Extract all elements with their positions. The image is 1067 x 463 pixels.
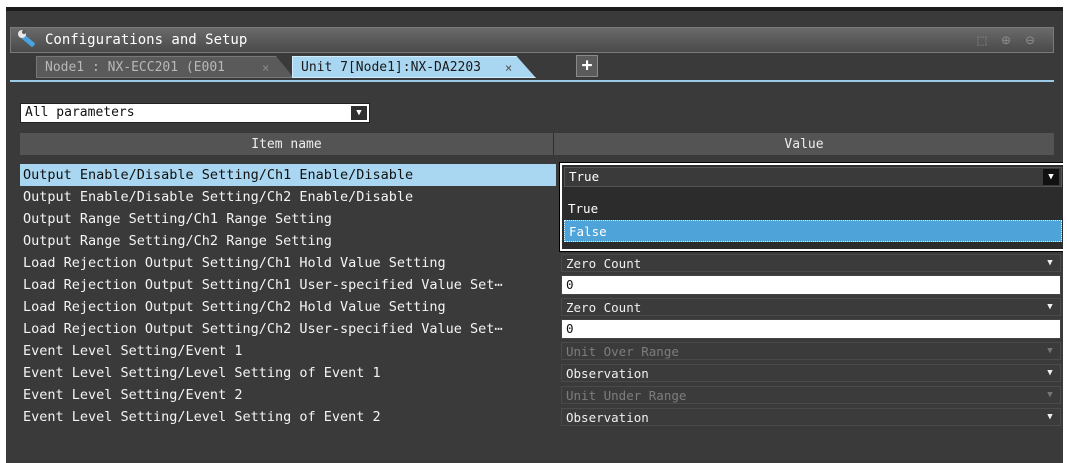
tab-label: Unit 7[Node1]:NX-DA2203 xyxy=(301,60,482,75)
chevron-down-icon[interactable]: ▼ xyxy=(1043,169,1059,185)
table-row[interactable]: Load Rejection Output Setting/Ch2 User-s… xyxy=(20,318,1061,340)
view-toolbar: ⬚ ⊕ ⊖ xyxy=(973,31,1039,49)
column-header-item-name[interactable]: Item name xyxy=(20,133,554,155)
tab-unit7[interactable]: Unit 7[Node1]:NX-DA2203 × xyxy=(292,56,536,78)
value-select[interactable]: Observation ▼ xyxy=(561,364,1061,382)
window-title: Configurations and Setup xyxy=(45,32,248,48)
value-select[interactable]: Zero Count ▼ xyxy=(561,254,1061,272)
table-row[interactable]: Event Level Setting/Event 2 Unit Under Ra… xyxy=(20,384,1061,406)
item-name-cell[interactable]: Event Level Setting/Event 1 xyxy=(20,340,556,362)
close-icon[interactable]: × xyxy=(505,57,512,77)
value-text: Unit Under Range xyxy=(566,388,687,403)
table-row[interactable]: Load Rejection Output Setting/Ch1 User-s… xyxy=(20,274,1061,296)
close-icon[interactable]: × xyxy=(262,57,269,77)
title-bar: Configurations and Setup ⬚ ⊕ ⊖ xyxy=(10,27,1054,53)
table-row[interactable]: Event Level Setting/Level Setting of Eve… xyxy=(20,406,1061,428)
parameter-filter-select[interactable]: All parameters ▼ xyxy=(20,103,370,123)
value-select[interactable]: Observation ▼ xyxy=(561,408,1061,426)
chevron-down-icon[interactable]: ▼ xyxy=(1044,301,1056,313)
table-row[interactable]: Event Level Setting/Event 1 Unit Over Ran… xyxy=(20,340,1061,362)
tab-bar: Node1 : NX-ECC201 (E001 × Unit 7[Node1]:… xyxy=(10,54,1054,80)
zoom-in-icon[interactable]: ⊕ xyxy=(997,31,1015,49)
dropdown-option-false[interactable]: False xyxy=(564,220,1062,242)
item-name-cell[interactable]: Load Rejection Output Setting/Ch2 User-s… xyxy=(20,318,556,340)
item-name-cell[interactable]: Output Enable/Disable Setting/Ch1 Enable… xyxy=(20,164,556,186)
item-name-cell[interactable]: Event Level Setting/Level Setting of Eve… xyxy=(20,406,556,428)
value-select: Unit Over Range ▼ xyxy=(561,342,1061,360)
value-text: Observation xyxy=(566,366,649,381)
tab-underline xyxy=(10,80,1054,82)
value-select[interactable]: Zero Count ▼ xyxy=(561,298,1061,316)
column-header-value[interactable]: Value xyxy=(554,133,1054,155)
chevron-down-icon[interactable]: ▼ xyxy=(351,106,367,120)
value-text: Observation xyxy=(566,410,649,425)
configurations-window: Configurations and Setup ⬚ ⊕ ⊖ Node1 : N… xyxy=(6,7,1063,463)
fit-window-icon[interactable]: ⬚ xyxy=(973,31,991,49)
table-header: Item name Value xyxy=(20,133,1054,155)
item-name-cell[interactable]: Event Level Setting/Event 2 xyxy=(20,384,556,406)
item-name-cell[interactable]: Load Rejection Output Setting/Ch1 Hold V… xyxy=(20,252,556,274)
item-name-cell[interactable]: Load Rejection Output Setting/Ch1 User-s… xyxy=(20,274,556,296)
value-text: Zero Count xyxy=(566,300,642,315)
chevron-down-icon: ▼ xyxy=(1047,346,1053,356)
value-input[interactable]: 0 xyxy=(561,275,1061,295)
tab-label: Node1 : NX-ECC201 (E001 xyxy=(45,60,226,75)
wrench-icon xyxy=(18,30,36,48)
table-row[interactable]: Load Rejection Output Setting/Ch2 Hold V… xyxy=(20,296,1061,318)
dropdown-current[interactable]: True ▼ xyxy=(564,167,1062,187)
item-name-cell[interactable]: Output Range Setting/Ch1 Range Setting xyxy=(20,208,556,230)
chevron-down-icon[interactable]: ▼ xyxy=(1044,411,1056,423)
value-input[interactable]: 0 xyxy=(561,319,1061,339)
chevron-down-icon[interactable]: ▼ xyxy=(1044,367,1056,379)
value-text: Zero Count xyxy=(566,256,642,271)
table-row[interactable]: Load Rejection Output Setting/Ch1 Hold V… xyxy=(20,252,1061,274)
chevron-down-icon: ▼ xyxy=(1047,390,1053,400)
add-tab-button[interactable]: + xyxy=(576,55,598,77)
item-name-cell[interactable]: Load Rejection Output Setting/Ch2 Hold V… xyxy=(20,296,556,318)
value-select: Unit Under Range ▼ xyxy=(561,386,1061,404)
item-name-cell[interactable]: Output Enable/Disable Setting/Ch2 Enable… xyxy=(20,186,556,208)
chevron-down-icon[interactable]: ▼ xyxy=(1044,257,1056,269)
filter-value: All parameters xyxy=(25,105,135,120)
dropdown-current-value: True xyxy=(569,169,600,184)
item-name-cell[interactable]: Event Level Setting/Level Setting of Eve… xyxy=(20,362,556,384)
dropdown-option-true[interactable]: True xyxy=(564,198,1062,220)
tab-node1[interactable]: Node1 : NX-ECC201 (E001 × xyxy=(36,56,294,78)
value-dropdown-popup: True ▼ True False xyxy=(560,163,1063,251)
item-name-cell[interactable]: Output Range Setting/Ch2 Range Setting xyxy=(20,230,556,252)
value-text: Unit Over Range xyxy=(566,344,679,359)
zoom-out-icon[interactable]: ⊖ xyxy=(1021,31,1039,49)
table-row[interactable]: Event Level Setting/Level Setting of Eve… xyxy=(20,362,1061,384)
